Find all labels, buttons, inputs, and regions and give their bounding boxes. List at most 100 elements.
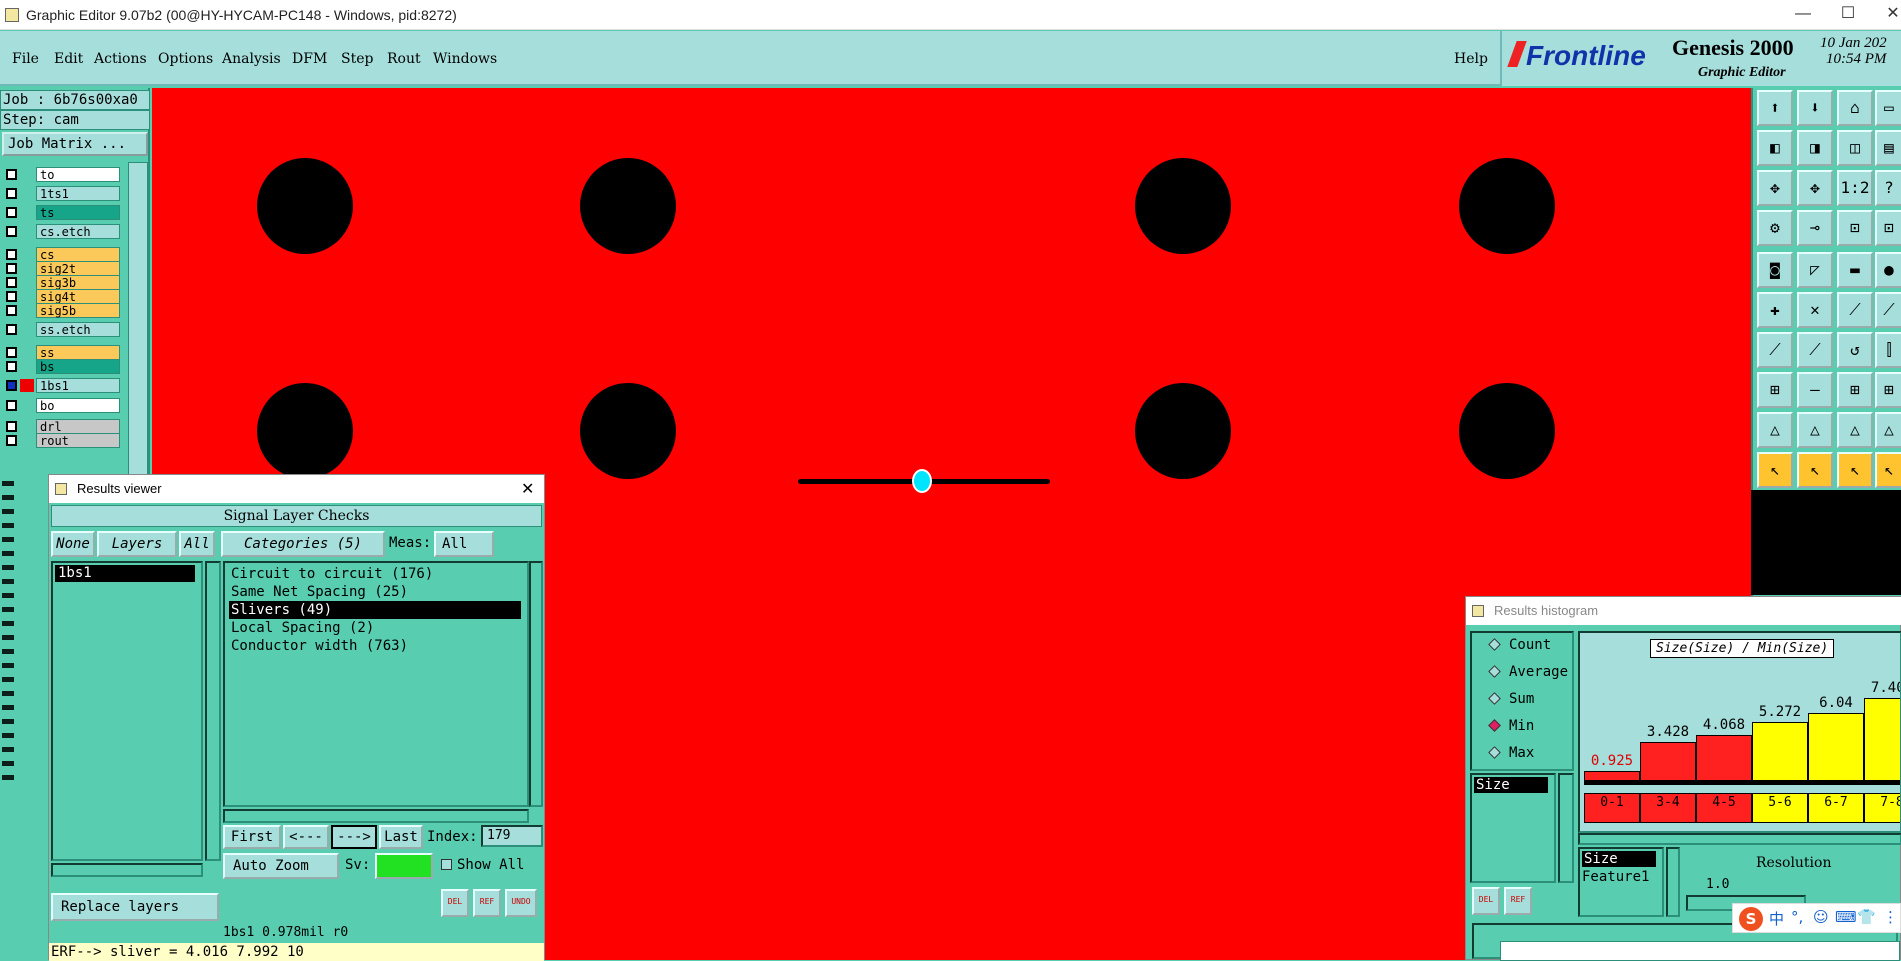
histogram-bar[interactable] xyxy=(1584,771,1640,781)
histogram-bar[interactable] xyxy=(1808,713,1864,781)
tool-button-icon[interactable]: ◧ xyxy=(1757,130,1793,166)
tool-button-icon[interactable]: ⊞ xyxy=(1757,372,1793,408)
layer-name[interactable]: bo xyxy=(36,398,120,413)
meas-dropdown[interactable]: All xyxy=(434,531,494,557)
menu-options[interactable]: Options xyxy=(158,51,213,67)
layer-name[interactable]: 1bs1 xyxy=(36,378,120,393)
tool-button-icon[interactable]: ⚙ xyxy=(1757,210,1793,246)
menu-step[interactable]: Step xyxy=(341,51,373,67)
radio-count[interactable]: Count xyxy=(1488,637,1551,653)
tool-button-icon[interactable]: ✚ xyxy=(1757,292,1793,328)
tool-button-icon[interactable]: ◫ xyxy=(1837,130,1873,166)
radio-sum[interactable]: Sum xyxy=(1488,691,1534,707)
tool-button-icon[interactable]: ▤ xyxy=(1875,130,1901,166)
tool-button-icon[interactable]: ✕ xyxy=(1797,292,1833,328)
categories-button[interactable]: Categories (5) xyxy=(221,531,385,557)
replace-layers-dropdown[interactable]: Replace layers xyxy=(51,893,219,921)
layer-name[interactable]: sig2t xyxy=(36,261,120,276)
ime-skin-icon[interactable]: 👕 xyxy=(1857,908,1876,926)
histogram-bar[interactable] xyxy=(1696,735,1752,781)
layer-checkbox[interactable] xyxy=(6,169,17,180)
menu-edit[interactable]: Edit xyxy=(54,51,83,67)
menu-dfm[interactable]: DFM xyxy=(292,51,327,67)
feature-list-item-selected[interactable]: Size xyxy=(1582,851,1656,867)
category-item-selected[interactable]: Slivers (49) xyxy=(229,601,521,619)
tool-button-icon[interactable]: ⊞ xyxy=(1875,372,1901,408)
tool-button-icon[interactable]: ↺ xyxy=(1837,332,1873,368)
layers-button[interactable]: Layers xyxy=(97,531,177,557)
undo-button[interactable]: UNDO xyxy=(505,889,537,917)
layer-result-item[interactable]: 1bs1 xyxy=(55,565,195,582)
layer-name[interactable]: bs xyxy=(36,359,120,374)
layer-checkbox[interactable] xyxy=(6,226,17,237)
tool-button-icon[interactable]: ⫿ xyxy=(1875,332,1901,368)
layer-name[interactable]: cs.etch xyxy=(36,224,120,239)
layer-checkbox[interactable] xyxy=(6,324,17,335)
layer-checkbox[interactable] xyxy=(6,421,17,432)
layer-row-sig4t[interactable]: sig4t xyxy=(2,289,120,304)
tool-button-icon[interactable]: ⊡ xyxy=(1875,210,1901,246)
menu-analysis[interactable]: Analysis xyxy=(222,51,281,67)
all-button[interactable]: All xyxy=(179,531,215,557)
tool-button-icon[interactable]: ↖ xyxy=(1797,452,1833,488)
layer-checkbox[interactable] xyxy=(6,291,17,302)
radio-max[interactable]: Max xyxy=(1488,745,1534,761)
minimize-button[interactable]: — xyxy=(1780,0,1826,30)
menu-rout[interactable]: Rout xyxy=(387,51,421,67)
index-input[interactable]: 179 xyxy=(481,825,543,847)
first-button[interactable]: First xyxy=(223,825,281,849)
tool-button-icon[interactable]: ⟋ xyxy=(1837,292,1873,328)
layer-row-drl[interactable]: drl xyxy=(2,419,120,434)
layer-row-1bs1[interactable]: 1bs1 xyxy=(2,378,120,393)
tool-button-icon[interactable]: ⊸ xyxy=(1797,210,1833,246)
tool-button-icon[interactable]: ⬇ xyxy=(1797,90,1833,126)
layer-name[interactable]: 1ts1 xyxy=(36,186,120,201)
histogram-bar[interactable] xyxy=(1640,742,1696,781)
size-list[interactable]: Size xyxy=(1470,773,1556,883)
tool-button-icon[interactable]: ⊞ xyxy=(1837,372,1873,408)
layer-checkbox[interactable] xyxy=(6,400,17,411)
close-button[interactable]: ✕ xyxy=(1870,0,1901,30)
tool-button-icon[interactable]: ▬ xyxy=(1837,252,1873,288)
auto-zoom-dropdown[interactable]: Auto Zoom xyxy=(223,853,339,879)
tool-button-icon[interactable]: △ xyxy=(1757,412,1793,448)
layer-name[interactable]: ts xyxy=(36,205,120,220)
last-button[interactable]: Last xyxy=(379,825,423,849)
sv-color-dropdown[interactable] xyxy=(375,853,433,879)
category-list-scrollbar[interactable] xyxy=(529,561,543,807)
menu-windows[interactable]: Windows xyxy=(433,51,497,67)
layer-checkbox[interactable] xyxy=(6,305,17,316)
layer-name[interactable]: cs xyxy=(36,247,120,262)
layer-checkbox[interactable] xyxy=(6,347,17,358)
layer-row-sig5b[interactable]: sig5b xyxy=(2,303,120,318)
tool-button-icon[interactable]: △ xyxy=(1837,412,1873,448)
feature-list-scrollbar[interactable] xyxy=(1666,847,1680,917)
tool-button-icon[interactable]: ◙ xyxy=(1757,252,1793,288)
next-button[interactable]: ---> xyxy=(331,825,377,849)
layer-row-bo[interactable]: bo xyxy=(2,398,120,413)
prev-button[interactable]: <--- xyxy=(283,825,329,849)
layer-checkbox[interactable] xyxy=(6,380,17,391)
layer-row-sig2t[interactable]: sig2t xyxy=(2,261,120,276)
layer-name[interactable]: ss.etch xyxy=(36,322,120,337)
category-item[interactable]: Circuit to circuit (176) xyxy=(231,565,433,583)
histogram-bar[interactable] xyxy=(1752,722,1808,781)
tool-button-icon[interactable]: — xyxy=(1797,372,1833,408)
size-list-scrollbar[interactable] xyxy=(1558,773,1574,883)
tool-button-icon[interactable]: △ xyxy=(1797,412,1833,448)
layer-name[interactable]: sig5b xyxy=(36,303,120,318)
ime-logo-icon[interactable]: S xyxy=(1739,907,1763,931)
hist-ref-button[interactable]: REF xyxy=(1504,887,1532,915)
tool-button-icon[interactable]: ↖ xyxy=(1757,452,1793,488)
layer-row-to[interactable]: to xyxy=(2,167,120,182)
tool-button-icon[interactable]: ✥ xyxy=(1797,170,1833,206)
tool-button-icon[interactable]: △ xyxy=(1875,412,1901,448)
layer-checkbox[interactable] xyxy=(6,361,17,372)
layer-list-scrollbar[interactable] xyxy=(205,561,221,861)
layer-checkbox[interactable] xyxy=(6,249,17,260)
layer-checkbox[interactable] xyxy=(6,207,17,218)
tool-button-icon[interactable]: ⊡ xyxy=(1837,210,1873,246)
none-button[interactable]: None xyxy=(51,531,95,557)
layer-name[interactable]: rout xyxy=(36,433,120,448)
layer-checkbox[interactable] xyxy=(6,277,17,288)
